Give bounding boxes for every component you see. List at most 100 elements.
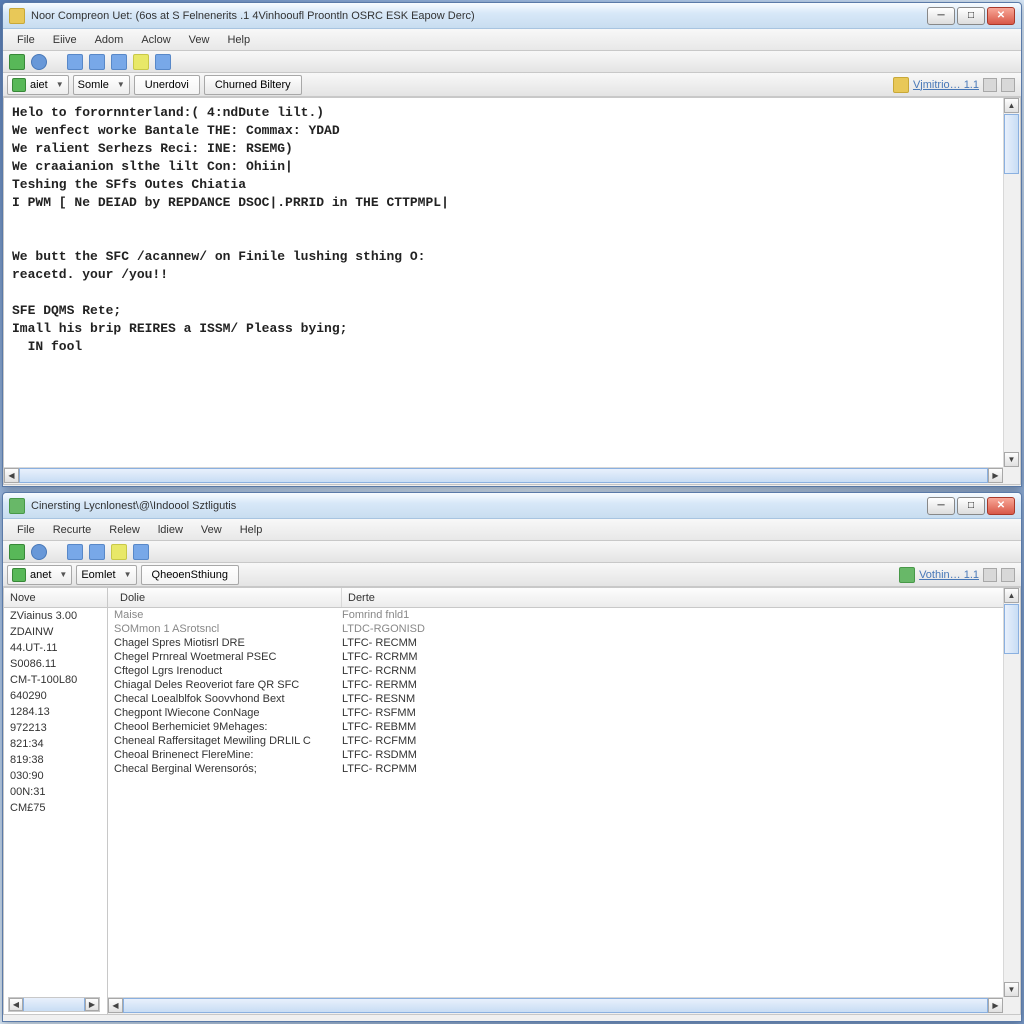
combo-mode[interactable]: Somle ▼: [73, 75, 130, 95]
combo-source[interactable]: anet ▼: [7, 565, 72, 585]
menu-file[interactable]: File: [9, 522, 43, 538]
column-header-derte[interactable]: Derte: [342, 588, 1014, 607]
badge-icon: [893, 77, 909, 93]
run-icon[interactable]: [9, 54, 25, 70]
list-item[interactable]: ZDAINW: [4, 624, 107, 640]
maximize-button[interactable]: □: [957, 7, 985, 25]
run-icon[interactable]: [9, 544, 25, 560]
list-item[interactable]: 1284.13: [4, 704, 107, 720]
menu-relew[interactable]: Relew: [101, 522, 148, 538]
scroll-right-icon[interactable]: ▶: [988, 998, 1003, 1013]
refresh-icon[interactable]: [31, 54, 47, 70]
scroll-corner: [1003, 997, 1020, 1014]
menu-recurte[interactable]: Recurte: [45, 522, 100, 538]
minimize-button[interactable]: ─: [927, 7, 955, 25]
list-item[interactable]: ZViainus 3.00: [4, 608, 107, 624]
menu-view[interactable]: Vew: [193, 522, 230, 538]
scroll-thumb[interactable]: [19, 468, 988, 483]
editor-text[interactable]: Helo to forornnterland:( 4:ndDute lilt.)…: [4, 98, 1020, 362]
util-icon-1[interactable]: [983, 568, 997, 582]
version-link[interactable]: Vjmitrio… 1.1: [913, 79, 979, 91]
tool-icon-2[interactable]: [89, 544, 105, 560]
tab-unerdovi[interactable]: Unerdovi: [134, 75, 200, 95]
table-row[interactable]: Checal Berginal Werensorós;LTFC- RCPMM: [108, 762, 1020, 776]
tool-icon-3[interactable]: [133, 544, 149, 560]
tab-churned[interactable]: Churned Biltery: [204, 75, 302, 95]
combo-label: aiet: [30, 79, 48, 91]
list-item[interactable]: 030:90: [4, 768, 107, 784]
edit-icon[interactable]: [133, 54, 149, 70]
toolbar: [3, 51, 1021, 73]
table-row[interactable]: SOMmon 1 ASrotsnclLTDC-RGONISD: [108, 622, 1020, 636]
tool-icon-4[interactable]: [155, 54, 171, 70]
table-row[interactable]: Chagel Spres Miotisrl DRELTFC- RECMM: [108, 636, 1020, 650]
edit-icon[interactable]: [111, 544, 127, 560]
tool-icon-3[interactable]: [111, 54, 127, 70]
column-header-dolie[interactable]: Dolie: [114, 588, 342, 607]
vertical-scrollbar[interactable]: ▲ ▼: [1003, 98, 1020, 467]
list-item[interactable]: S0086.11: [4, 656, 107, 672]
left-pane-scrollbar[interactable]: ◀ ▶: [8, 997, 100, 1012]
scroll-left-icon[interactable]: ◀: [108, 998, 123, 1013]
maximize-button[interactable]: □: [957, 497, 985, 515]
scroll-thumb[interactable]: [123, 998, 988, 1013]
table-row[interactable]: Chiagal Deles Reoveriot fare QR SFCLTFC-…: [108, 678, 1020, 692]
list-item[interactable]: 819:38: [4, 752, 107, 768]
tool-icon-2[interactable]: [89, 54, 105, 70]
table-row[interactable]: Cheool Berhemiciet 9Mehages:LTFC- REBMM: [108, 720, 1020, 734]
titlebar[interactable]: Noor Compreon Uet: (6os at S Felnenerits…: [3, 3, 1021, 29]
scroll-right-icon[interactable]: ▶: [85, 998, 99, 1011]
minimize-button[interactable]: ─: [927, 497, 955, 515]
util-icon-2[interactable]: [1001, 78, 1015, 92]
table-row[interactable]: Chegpont lWiecone ConNageLTFC- RSFMM: [108, 706, 1020, 720]
table-row[interactable]: MaiseFomrind fnld1: [108, 608, 1020, 622]
list-item[interactable]: CM-T-100L80: [4, 672, 107, 688]
menu-eiive[interactable]: Eiive: [45, 32, 85, 48]
scroll-down-icon[interactable]: ▼: [1004, 452, 1019, 467]
close-button[interactable]: ✕: [987, 497, 1015, 515]
close-button[interactable]: ✕: [987, 7, 1015, 25]
scroll-left-icon[interactable]: ◀: [4, 468, 19, 483]
scroll-up-icon[interactable]: ▲: [1004, 588, 1019, 603]
combo-mode[interactable]: Eomlet ▼: [76, 565, 136, 585]
table-row[interactable]: Cheneal Raffersitaget Mewiling DRLIL CLT…: [108, 734, 1020, 748]
tool-icon-1[interactable]: [67, 54, 83, 70]
tab-qheoen[interactable]: QheoenSthiung: [141, 565, 239, 585]
table-row[interactable]: Cftegol Lgrs IrenoductLTFC- RCRNM: [108, 664, 1020, 678]
scroll-down-icon[interactable]: ▼: [1004, 982, 1019, 997]
tool-icon-1[interactable]: [67, 544, 83, 560]
list-item[interactable]: 972213: [4, 720, 107, 736]
list-item[interactable]: 640290: [4, 688, 107, 704]
column-header-nove[interactable]: Nove: [4, 588, 107, 608]
list-item[interactable]: 00N:31: [4, 784, 107, 800]
list-item[interactable]: CM£75: [4, 800, 107, 816]
scroll-up-icon[interactable]: ▲: [1004, 98, 1019, 113]
refresh-icon[interactable]: [31, 544, 47, 560]
table-row[interactable]: Chegel Prnreal Woetmeral PSECLTFC- RCRMM: [108, 650, 1020, 664]
scroll-left-icon[interactable]: ◀: [9, 998, 23, 1011]
menu-ldiew[interactable]: ldiew: [150, 522, 191, 538]
util-icon-1[interactable]: [983, 78, 997, 92]
horizontal-scrollbar[interactable]: ◀ ▶: [108, 997, 1003, 1014]
version-link[interactable]: Vothin… 1.1: [919, 569, 979, 581]
titlebar[interactable]: Cinersting Lycnlonest\@\Indoool Sztligut…: [3, 493, 1021, 519]
scroll-thumb[interactable]: [23, 998, 85, 1011]
util-icon-2[interactable]: [1001, 568, 1015, 582]
horizontal-scrollbar[interactable]: ◀ ▶: [4, 467, 1003, 484]
table-row[interactable]: Checal Loealblfok Soovvhond BextLTFC- RE…: [108, 692, 1020, 706]
menu-view[interactable]: Vew: [181, 32, 218, 48]
scroll-thumb[interactable]: [1004, 114, 1019, 174]
menu-help[interactable]: Help: [219, 32, 258, 48]
scroll-thumb[interactable]: [1004, 604, 1019, 654]
vertical-scrollbar[interactable]: ▲ ▼: [1003, 588, 1020, 997]
menu-adom[interactable]: Adom: [87, 32, 132, 48]
list-item[interactable]: 821:34: [4, 736, 107, 752]
menu-help[interactable]: Help: [232, 522, 271, 538]
list-item[interactable]: 44.UT-.11: [4, 640, 107, 656]
menu-aclow[interactable]: Aclow: [133, 32, 178, 48]
table-row[interactable]: Cheoal Brinenect FlereMine:LTFC- RSDMM: [108, 748, 1020, 762]
menu-file[interactable]: File: [9, 32, 43, 48]
combo-label: Eomlet: [81, 569, 115, 581]
combo-source[interactable]: aiet ▼: [7, 75, 69, 95]
scroll-right-icon[interactable]: ▶: [988, 468, 1003, 483]
